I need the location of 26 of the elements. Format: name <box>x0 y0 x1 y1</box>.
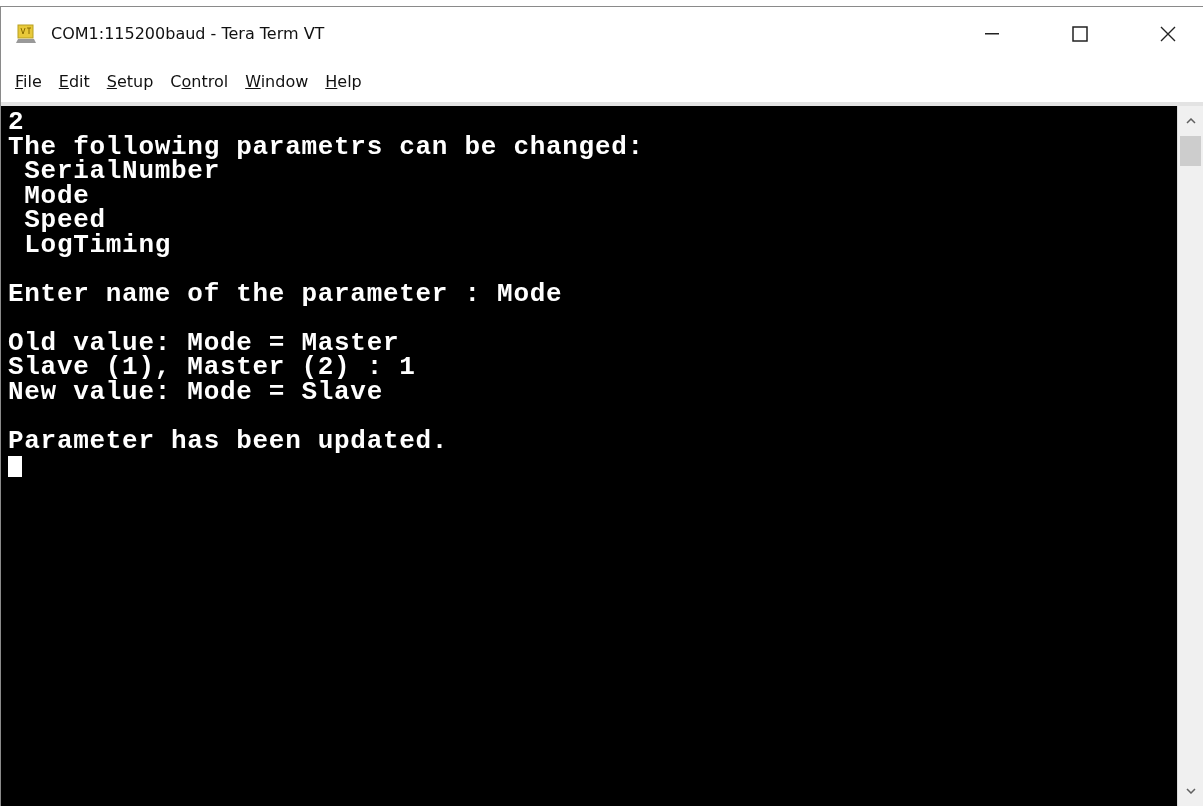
maximize-icon <box>1072 25 1088 42</box>
terminal-line: New value: Mode = Slave <box>8 379 384 404</box>
scroll-up-icon[interactable] <box>1185 118 1196 124</box>
terminal-line: Enter name of the parameter : Mode <box>8 281 564 306</box>
menu-item[interactable]: Window <box>237 67 317 95</box>
app-icon <box>15 23 37 44</box>
menu-item[interactable]: Edit <box>50 67 98 95</box>
scroll-down-icon[interactable] <box>1185 788 1196 794</box>
menu-item[interactable]: Control <box>162 67 237 95</box>
menu-item[interactable]: Help <box>317 67 370 95</box>
scroll-thumb[interactable] <box>1180 136 1201 166</box>
terminal-line: Speed <box>23 208 106 233</box>
minimize-icon <box>985 32 999 35</box>
terminal-line: Slave (1), Master (2) : 1 <box>8 355 417 380</box>
terminal-line: SerialNumber <box>23 159 221 184</box>
vertical-scrollbar[interactable] <box>1177 106 1203 806</box>
terminal-line: Parameter has been updated. <box>8 428 450 453</box>
menu-item[interactable]: Setup <box>98 67 162 95</box>
terminal-line: Mode <box>23 183 90 208</box>
close-icon <box>1160 25 1176 42</box>
terminal-line: 2 <box>8 110 25 135</box>
terminal-line: The following parametrs can be changed: <box>8 134 645 159</box>
terminal-line: Old value: Mode = Master <box>8 330 401 355</box>
terminal-line: LogTiming <box>23 232 173 257</box>
menu-item[interactable]: File <box>7 67 50 95</box>
window-title: COM1:115200baud - Tera Term VT <box>51 24 325 43</box>
